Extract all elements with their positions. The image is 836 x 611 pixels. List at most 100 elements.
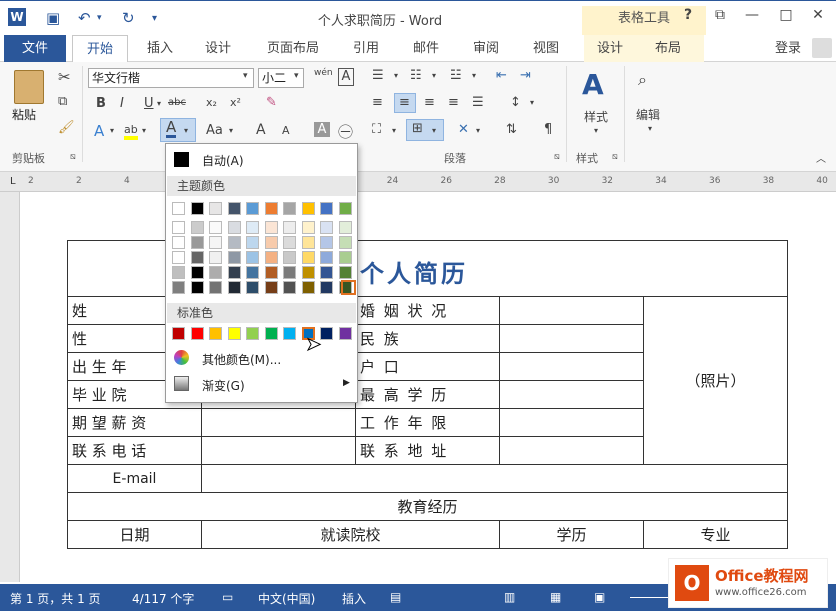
tab-references[interactable]: 引用 <box>344 35 388 62</box>
maximize-button[interactable]: □ <box>774 7 798 23</box>
vertical-ruler[interactable] <box>0 192 20 582</box>
theme-color-swatch[interactable] <box>190 281 204 294</box>
theme-color-swatch[interactable] <box>264 251 278 264</box>
theme-color-swatch[interactable] <box>209 202 222 215</box>
theme-color-swatch[interactable] <box>283 266 296 279</box>
chevron-down-icon[interactable]: ▾ <box>110 126 114 135</box>
clear-formatting-icon[interactable]: ✎ <box>266 95 277 110</box>
field-value[interactable] <box>499 324 644 353</box>
theme-color-swatch[interactable] <box>283 281 296 294</box>
theme-color-swatch[interactable] <box>227 251 241 264</box>
chevron-down-icon[interactable]: ▾ <box>472 71 476 80</box>
theme-color-swatch[interactable] <box>301 251 315 264</box>
theme-color-swatch[interactable] <box>227 202 241 215</box>
theme-color-swatch[interactable] <box>190 236 204 249</box>
field-value[interactable] <box>499 436 644 465</box>
character-shading-button[interactable]: A <box>314 122 330 137</box>
chevron-down-icon[interactable]: ▾ <box>294 71 299 81</box>
character-border-button[interactable]: A <box>338 68 354 86</box>
ribbon-display-options-icon[interactable]: ⧉ <box>708 7 732 23</box>
proofing-icon[interactable]: ▭ <box>222 590 233 604</box>
standard-color-swatch[interactable] <box>320 327 333 340</box>
theme-color-swatch[interactable] <box>320 266 333 279</box>
theme-color-swatch[interactable] <box>283 202 296 215</box>
highlight-color-button[interactable]: ab <box>124 123 138 140</box>
theme-color-swatch[interactable] <box>172 221 185 234</box>
chevron-down-icon[interactable]: ▾ <box>243 71 248 81</box>
theme-color-swatch[interactable] <box>172 266 185 279</box>
horizontal-ruler[interactable]: L 2 2 4 16 18 20 22 24 26 28 30 32 34 36… <box>0 172 836 192</box>
language-indicator[interactable]: 中文(中国) <box>258 590 315 607</box>
tab-home[interactable]: 开始 <box>72 35 128 62</box>
tab-view[interactable]: 视图 <box>524 35 568 62</box>
theme-color-swatch[interactable] <box>246 251 259 264</box>
undo-dropdown-icon[interactable]: ▾ <box>97 13 102 23</box>
selected-theme-swatch[interactable] <box>341 280 356 295</box>
text-effects-button[interactable]: A <box>94 122 104 140</box>
theme-color-swatch[interactable] <box>338 221 352 234</box>
theme-color-swatch[interactable] <box>283 236 296 249</box>
read-mode-icon[interactable]: ▥ <box>504 590 515 604</box>
justify-icon[interactable]: ≡ <box>448 95 459 110</box>
clipboard-launcher-icon[interactable]: ⧅ <box>70 152 76 162</box>
theme-color-swatch[interactable] <box>172 202 185 215</box>
theme-color-swatch[interactable] <box>227 266 241 279</box>
field-value[interactable] <box>499 352 644 381</box>
theme-color-swatch[interactable] <box>264 236 278 249</box>
italic-button[interactable]: I <box>120 96 124 111</box>
field-value[interactable] <box>499 380 644 409</box>
tab-mailings[interactable]: 邮件 <box>404 35 448 62</box>
grow-font-button[interactable]: A <box>256 122 266 138</box>
chevron-down-icon[interactable]: ▾ <box>184 126 188 135</box>
theme-color-swatch[interactable] <box>246 266 259 279</box>
paste-button[interactable]: 粘贴 <box>12 106 36 123</box>
customize-quick-access-icon[interactable]: ▾ <box>152 13 157 24</box>
theme-color-swatch[interactable] <box>338 236 352 249</box>
standard-color-swatch[interactable] <box>172 327 185 340</box>
phonetic-guide-button[interactable]: wén <box>314 68 333 78</box>
theme-color-swatch[interactable] <box>190 202 204 215</box>
font-name-combobox[interactable]: 华文行楷 <box>88 68 254 88</box>
theme-color-swatch[interactable] <box>320 202 333 215</box>
theme-color-swatch[interactable] <box>320 281 333 294</box>
theme-color-swatch[interactable] <box>209 266 222 279</box>
styles-icon[interactable]: A <box>582 68 604 101</box>
tab-table-layout[interactable]: 布局 <box>646 35 690 62</box>
theme-color-swatch[interactable] <box>190 221 204 234</box>
theme-color-swatch[interactable] <box>338 202 352 215</box>
chevron-down-icon[interactable]: ▾ <box>229 126 233 135</box>
chevron-down-icon[interactable]: ▾ <box>432 71 436 80</box>
field-value[interactable] <box>201 436 356 465</box>
photo-cell[interactable]: （照片） <box>643 296 788 465</box>
insert-mode[interactable]: 插入 <box>342 590 366 607</box>
undo-icon[interactable]: ↶ <box>78 9 91 27</box>
theme-color-swatch[interactable] <box>283 221 296 234</box>
theme-color-swatch[interactable] <box>338 251 352 264</box>
tab-design[interactable]: 设计 <box>196 35 240 62</box>
tab-insert[interactable]: 插入 <box>138 35 182 62</box>
standard-color-swatch[interactable] <box>283 327 296 340</box>
theme-color-swatch[interactable] <box>264 221 278 234</box>
zoom-slider[interactable] <box>630 597 670 598</box>
word-app-icon[interactable]: W <box>8 8 26 26</box>
bold-button[interactable]: B <box>96 96 106 111</box>
chevron-down-icon[interactable]: ▾ <box>394 71 398 80</box>
standard-color-swatch[interactable] <box>227 327 241 340</box>
theme-color-swatch[interactable] <box>320 251 333 264</box>
tab-selector-icon[interactable]: L <box>10 176 16 187</box>
numbering-icon[interactable]: ☷ <box>410 68 422 83</box>
paste-icon[interactable] <box>14 70 44 104</box>
help-button[interactable]: ? <box>676 7 700 23</box>
login-link[interactable]: 登录 <box>766 35 810 62</box>
page-count[interactable]: 第 1 页，共 1 页 <box>10 590 101 607</box>
theme-color-swatch[interactable] <box>246 202 259 215</box>
distributed-icon[interactable]: ☰ <box>472 95 484 110</box>
minimize-button[interactable]: — <box>740 7 764 23</box>
find-binoculars-icon[interactable]: ⌕ <box>638 70 647 90</box>
chevron-down-icon[interactable]: ▾ <box>476 126 480 135</box>
chevron-down-icon[interactable]: ▾ <box>432 126 436 135</box>
tab-table-design[interactable]: 设计 <box>588 35 632 62</box>
theme-color-swatch[interactable] <box>227 236 241 249</box>
tab-file[interactable]: 文件 <box>4 35 66 62</box>
chevron-down-icon[interactable]: ▾ <box>594 126 598 135</box>
